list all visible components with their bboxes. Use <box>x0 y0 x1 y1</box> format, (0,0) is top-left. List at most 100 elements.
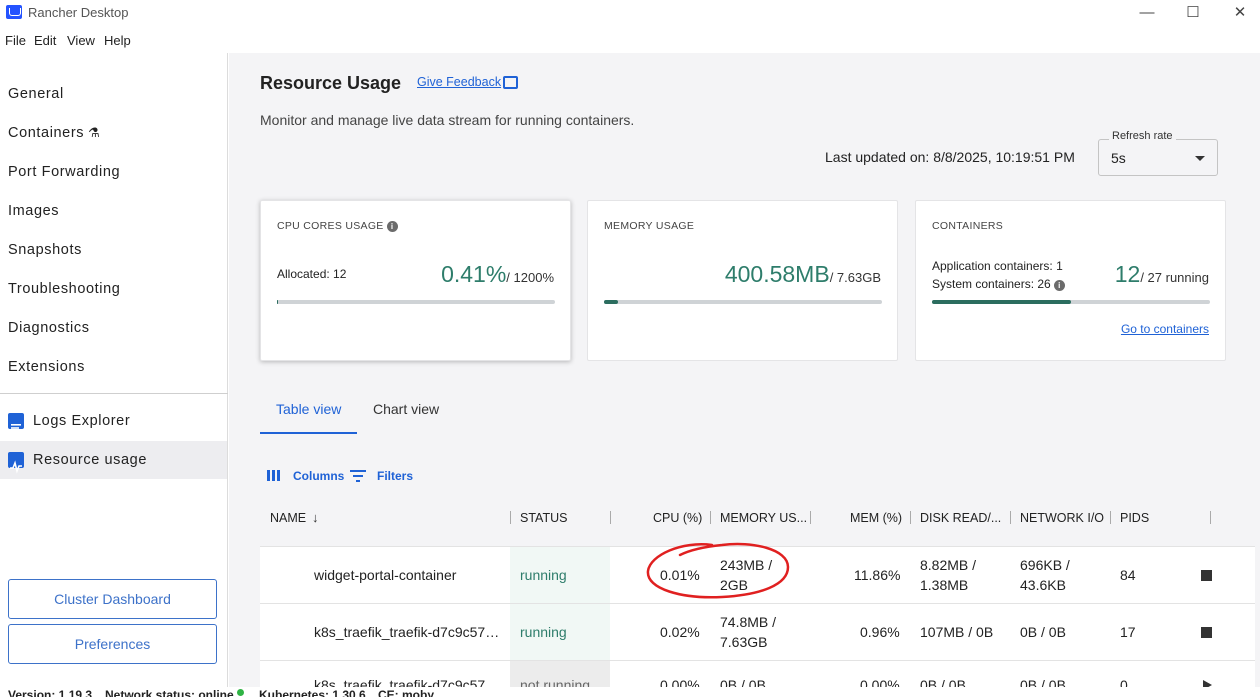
column-separator[interactable] <box>1110 511 1111 524</box>
column-separator[interactable] <box>1210 511 1211 524</box>
resource-usage-icon <box>8 452 24 474</box>
active-tab-indicator <box>260 432 357 434</box>
close-button[interactable]: ✕ <box>1220 2 1260 24</box>
give-feedback-link[interactable]: Give Feedback <box>417 75 501 89</box>
memory-usage-card: MEMORY USAGE 400.58MB/ 7.63GB <box>587 200 898 361</box>
cpu-value: 0.02% <box>660 624 700 640</box>
preferences-button[interactable]: Preferences <box>8 624 217 664</box>
mem-pct-value: 0.96% <box>860 624 900 640</box>
feedback-icon[interactable] <box>503 76 518 89</box>
memory-usage-bar-fill <box>604 300 618 304</box>
columns-button[interactable]: Columns <box>293 469 344 483</box>
system-containers-count: System containers: 26 i <box>932 277 1065 291</box>
menu-file[interactable]: File <box>5 33 26 48</box>
filters-button[interactable]: Filters <box>377 469 413 483</box>
pids-value: 17 <box>1120 624 1136 640</box>
main-content: Resource Usage Give Feedback Monitor and… <box>229 53 1260 697</box>
refresh-rate-label: Refresh rate <box>1109 130 1176 142</box>
filter-icon <box>350 470 366 482</box>
sidebar-item-logs-explorer[interactable]: Logs Explorer <box>0 402 227 440</box>
column-separator[interactable] <box>910 511 911 524</box>
sidebar-item-label: Logs Explorer <box>33 413 131 429</box>
tab-table-view[interactable]: Table view <box>276 401 341 417</box>
menu-edit[interactable]: Edit <box>34 33 56 48</box>
card-title: CONTAINERS <box>932 220 1004 232</box>
column-separator[interactable] <box>810 511 811 524</box>
columns-icon <box>267 470 282 481</box>
sidebar-item-label: Resource usage <box>33 452 147 468</box>
cpu-usage-value: 0.41%/ 1200% <box>441 261 554 287</box>
application-containers-count: Application containers: 1 <box>932 259 1063 273</box>
column-separator[interactable] <box>610 511 611 524</box>
sidebar-item-label: Port Forwarding <box>8 164 121 180</box>
refresh-rate-value: 5s <box>1111 150 1126 166</box>
status-bar: Version: 1.19.3 Network status: online K… <box>0 687 1260 697</box>
menu-help[interactable]: Help <box>104 33 131 48</box>
card-title: CPU CORES USAGE i <box>277 220 398 232</box>
info-icon[interactable]: i <box>1053 280 1065 291</box>
cpu-allocated: Allocated: 12 <box>277 267 347 281</box>
containers-running-value: 12/ 27 running <box>1114 261 1209 287</box>
version-text: Version: 1.19.3 <box>8 688 93 697</box>
tab-chart-view[interactable]: Chart view <box>373 401 439 417</box>
card-title: MEMORY USAGE <box>604 220 695 232</box>
stop-icon[interactable] <box>1201 570 1212 581</box>
table-row[interactable]: k8s_traefik_traefik-d7c9c57… running 0.0… <box>260 603 1255 661</box>
sidebar-item-snapshots[interactable]: Snapshots <box>8 238 82 262</box>
column-header-pids[interactable]: PIDS <box>1120 511 1149 525</box>
flask-icon: ⚗ <box>88 125 101 140</box>
column-header-status[interactable]: STATUS <box>520 511 567 525</box>
container-name: k8s_traefik_traefik-d7c9c57… <box>314 624 500 640</box>
sidebar-item-label: Images <box>8 203 60 219</box>
pids-value: 84 <box>1120 567 1136 583</box>
column-separator[interactable] <box>510 511 511 524</box>
sidebar-item-images[interactable]: Images <box>8 199 59 223</box>
sidebar-item-label: Troubleshooting <box>8 281 121 297</box>
sidebar-item-general[interactable]: General <box>8 82 64 106</box>
network-status-text: Network status: online <box>105 688 244 697</box>
sidebar-item-resource-usage[interactable]: Resource usage <box>0 441 227 479</box>
refresh-rate-select[interactable]: 5s <box>1098 139 1218 176</box>
sidebar-item-label: Diagnostics <box>8 320 90 336</box>
cluster-dashboard-button[interactable]: Cluster Dashboard <box>8 579 217 619</box>
title-bar: Rancher Desktop — ☐ ✕ <box>0 0 1260 26</box>
menu-view[interactable]: View <box>67 33 95 48</box>
sidebar-item-diagnostics[interactable]: Diagnostics <box>8 316 90 340</box>
column-header-memory-usage[interactable]: MEMORY US... <box>720 511 807 525</box>
sidebar-item-port-forwarding[interactable]: Port Forwarding <box>8 160 120 184</box>
sort-descending-icon[interactable]: ↓ <box>312 510 319 525</box>
container-status: running <box>520 567 567 583</box>
stop-icon[interactable] <box>1201 627 1212 638</box>
column-separator[interactable] <box>1010 511 1011 524</box>
container-engine-text: CE: moby <box>378 688 435 697</box>
page-subtitle: Monitor and manage live data stream for … <box>260 112 635 128</box>
memory-usage-value: 400.58MB/ 7.63GB <box>724 261 881 287</box>
sidebar-item-extensions[interactable]: Extensions <box>8 355 85 379</box>
column-header-cpu[interactable]: CPU (%) <box>653 511 702 525</box>
container-status: running <box>520 624 567 640</box>
column-header-disk[interactable]: DISK READ/... <box>920 511 1001 525</box>
column-header-name[interactable]: NAME <box>270 511 306 525</box>
column-header-mem-pct[interactable]: MEM (%) <box>850 511 902 525</box>
column-separator[interactable] <box>710 511 711 524</box>
rancher-logo-icon <box>6 5 22 19</box>
minimize-button[interactable]: — <box>1127 2 1167 24</box>
sidebar: General Containers ⚗ Port Forwarding Imag… <box>0 53 228 697</box>
logs-explorer-icon <box>8 413 24 432</box>
sidebar-item-label: Snapshots <box>8 242 82 258</box>
chevron-down-icon <box>1195 156 1205 161</box>
column-header-network[interactable]: NETWORK I/O <box>1020 511 1104 525</box>
sidebar-item-containers[interactable]: Containers ⚗ <box>8 121 100 145</box>
sidebar-item-label: Extensions <box>8 359 85 375</box>
maximize-button[interactable]: ☐ <box>1173 2 1213 24</box>
window-title: Rancher Desktop <box>28 5 129 20</box>
cpu-usage-card[interactable]: CPU CORES USAGE i Allocated: 12 0.41%/ 12… <box>260 200 571 361</box>
container-name: widget-portal-container <box>314 567 457 583</box>
sidebar-item-label: Containers <box>8 125 85 141</box>
sidebar-item-troubleshooting[interactable]: Troubleshooting <box>8 277 120 301</box>
red-annotation-circle <box>646 542 790 599</box>
kubernetes-version-text: Kubernetes: 1.30.6 <box>259 688 366 697</box>
go-to-containers-link[interactable]: Go to containers <box>1121 322 1209 336</box>
page-title: Resource Usage <box>260 73 402 93</box>
info-icon[interactable]: i <box>386 221 398 232</box>
